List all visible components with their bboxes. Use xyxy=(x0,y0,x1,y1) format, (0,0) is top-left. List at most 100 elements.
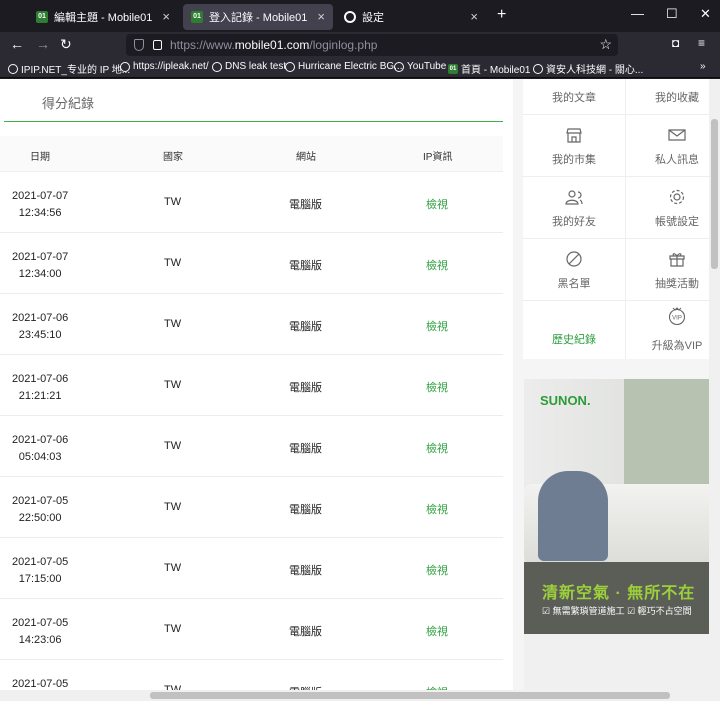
header-ip: IP資訊 xyxy=(423,152,453,163)
bookmark-item[interactable]: Hurricane Electric BG... xyxy=(285,61,402,72)
tab-label: 登入記錄 - Mobile01 xyxy=(209,12,308,24)
store-icon xyxy=(566,128,582,143)
title-divider xyxy=(4,121,503,122)
ip-view-link[interactable]: 檢視 xyxy=(426,440,448,456)
country-cell: TW xyxy=(164,318,182,330)
menu-item-account-settings[interactable]: 帳號設定 xyxy=(626,177,720,239)
globe-icon xyxy=(285,61,295,72)
header-site: 網站 xyxy=(296,152,316,163)
bookmark-item[interactable]: 01 首頁 - Mobile01 xyxy=(448,61,530,76)
menu-item-my-articles[interactable]: 我的文章 xyxy=(523,79,625,115)
bookmark-star-icon[interactable]: ☆ xyxy=(599,36,612,53)
date-cell: 2021-07-05 17:15:00 xyxy=(12,556,69,585)
globe-icon xyxy=(533,63,543,74)
close-icon[interactable]: × xyxy=(162,9,170,24)
country-cell: TW xyxy=(164,501,182,513)
header-date: 日期 xyxy=(30,152,50,163)
pocket-icon[interactable]: ◘ xyxy=(672,36,679,50)
close-icon[interactable]: × xyxy=(470,9,478,24)
tab-bar: 01 編輯主題 - Mobile01 × 01 登入記錄 - Mobile01 … xyxy=(0,0,720,32)
bookmark-item[interactable]: DNS leak test xyxy=(212,61,286,72)
bookmark-item[interactable]: YouTube xyxy=(394,61,446,72)
site-cell: 電腦版 xyxy=(289,504,322,516)
ip-view-link[interactable]: 檢視 xyxy=(426,257,448,273)
forward-button[interactable]: → xyxy=(36,36,50,52)
reload-button[interactable]: ↻ xyxy=(60,36,72,53)
menu-item-upgrade-vip[interactable]: VIP 升級為VIP xyxy=(626,301,720,363)
window-close-button[interactable]: ✕ xyxy=(700,6,711,22)
country-cell: TW xyxy=(164,562,182,574)
maximize-button[interactable]: ☐ xyxy=(666,6,678,22)
tab-settings[interactable]: 設定 × xyxy=(336,4,486,30)
site-cell: 電腦版 xyxy=(289,382,322,394)
menu-icon[interactable]: ≡ xyxy=(698,36,705,50)
svg-text:VIP: VIP xyxy=(672,316,682,322)
menu-item-blacklist[interactable]: 黑名單 xyxy=(523,239,625,301)
back-button[interactable]: ← xyxy=(10,36,24,52)
table-row: 2021-07-05 14:23:06 TW 電腦版 檢視 xyxy=(0,599,503,660)
tab-edit-topic[interactable]: 01 編輯主題 - Mobile01 × xyxy=(28,4,178,30)
globe-icon xyxy=(394,61,404,72)
country-cell: TW xyxy=(164,379,182,391)
ip-view-link[interactable]: 檢視 xyxy=(426,196,448,212)
main-panel: 得分紀錄 日期 國家 網站 IP資訊 2021-07-07 12:34:56 TW… xyxy=(0,79,513,701)
tab-login-log[interactable]: 01 登入記錄 - Mobile01 × xyxy=(183,4,333,30)
advertisement-banner[interactable]: SUNON. 清新空氣 · 無所不在 ☑ 無需繁瑣管道施工 ☑ 輕巧不占空間 xyxy=(524,379,720,701)
table-row: 2021-07-05 17:15:00 TW 電腦版 檢視 xyxy=(0,538,503,599)
ip-view-link[interactable]: 檢視 xyxy=(426,501,448,517)
site-cell: 電腦版 xyxy=(289,443,322,455)
page-title: 得分紀錄 xyxy=(42,96,95,111)
bookmark-item[interactable]: 資安人科技網 - 關心... xyxy=(533,61,643,76)
horizontal-scrollbar[interactable] xyxy=(0,690,720,701)
ad-brand-logo: SUNON. xyxy=(540,393,591,408)
date-cell: 2021-07-06 21:21:21 xyxy=(12,373,69,402)
bookmarks-bar: IPIP.NET_专业的 IP 地... https://ipleak.net/… xyxy=(0,58,720,78)
member-menu: 我的文章 我的收藏 我的市集 私人訊息 我的好友 帳號設定 黑名單 抽獎活動 歷… xyxy=(523,79,720,359)
country-cell: TW xyxy=(164,196,182,208)
scrollbar-thumb[interactable] xyxy=(711,119,718,269)
ad-people-image xyxy=(538,471,608,561)
bookmark-item[interactable]: IPIP.NET_专业的 IP 地... xyxy=(8,61,130,76)
mail-icon xyxy=(668,129,686,141)
globe-icon xyxy=(8,63,18,74)
address-bar[interactable]: https://www.mobile01.com/loginlog.php ☆ xyxy=(126,34,618,56)
date-cell: 2021-07-06 05:04:03 xyxy=(12,434,69,463)
date-cell: 2021-07-07 12:34:56 xyxy=(12,190,69,219)
ip-view-link[interactable]: 檢視 xyxy=(426,379,448,395)
table-row: 2021-07-07 12:34:56 TW 電腦版 檢視 xyxy=(0,172,503,233)
minimize-button[interactable]: — xyxy=(631,6,644,21)
gift-icon xyxy=(669,253,685,267)
vertical-scrollbar[interactable] xyxy=(709,79,720,701)
header-country: 國家 xyxy=(163,152,183,163)
tab-label: 編輯主題 - Mobile01 xyxy=(54,12,153,24)
url-text[interactable]: https://www.mobile01.com/loginlog.php xyxy=(170,38,377,52)
menu-item-my-favorites[interactable]: 我的收藏 xyxy=(626,79,720,115)
mobile01-favicon-icon: 01 xyxy=(448,63,458,74)
ad-slogan: 清新空氣 · 無所不在 xyxy=(542,585,696,602)
country-cell: TW xyxy=(164,440,182,452)
globe-icon xyxy=(120,61,130,72)
bookmarks-overflow-icon[interactable]: » xyxy=(700,61,706,72)
block-icon xyxy=(566,251,582,267)
ip-view-link[interactable]: 檢視 xyxy=(426,623,448,639)
menu-item-my-market[interactable]: 我的市集 xyxy=(523,115,625,177)
vip-icon: VIP xyxy=(668,307,686,325)
menu-item-my-friends[interactable]: 我的好友 xyxy=(523,177,625,239)
menu-item-lottery[interactable]: 抽獎活動 xyxy=(626,239,720,301)
ip-view-link[interactable]: 檢視 xyxy=(426,562,448,578)
shield-icon[interactable] xyxy=(134,39,144,51)
close-icon[interactable]: × xyxy=(317,9,325,24)
date-cell: 2021-07-07 12:34:00 xyxy=(12,251,69,280)
ip-view-link[interactable]: 檢視 xyxy=(426,318,448,334)
site-cell: 電腦版 xyxy=(289,626,322,638)
friends-icon xyxy=(565,190,583,205)
bookmark-item[interactable]: https://ipleak.net/ xyxy=(120,61,209,72)
scrollbar-thumb[interactable] xyxy=(150,692,670,699)
menu-item-history[interactable]: 歷史紀錄 xyxy=(523,301,625,363)
lock-icon[interactable] xyxy=(153,40,162,50)
globe-icon xyxy=(212,61,222,72)
menu-item-private-messages[interactable]: 私人訊息 xyxy=(626,115,720,177)
table-row: 2021-07-06 23:45:10 TW 電腦版 檢視 xyxy=(0,294,503,355)
page-content: 得分紀錄 日期 國家 網站 IP資訊 2021-07-07 12:34:56 TW… xyxy=(0,79,720,701)
new-tab-button[interactable]: + xyxy=(497,6,506,24)
